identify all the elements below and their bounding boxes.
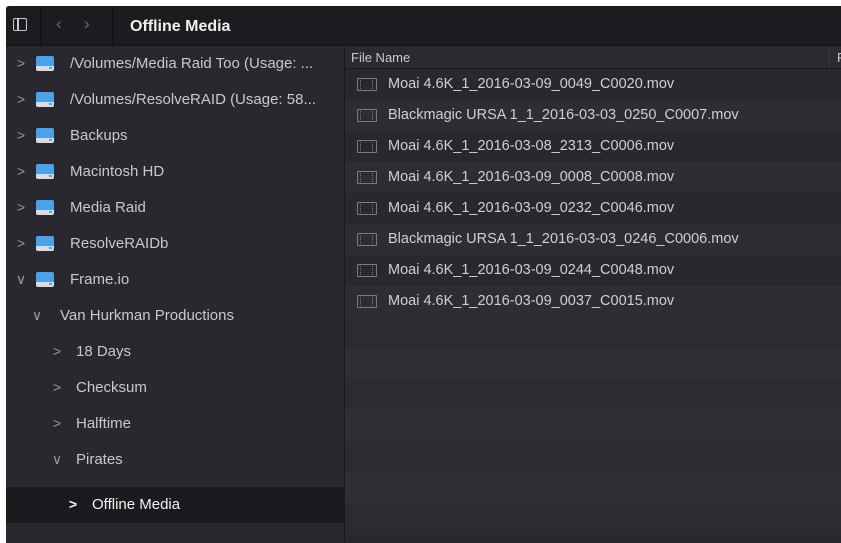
column-header: File Name F bbox=[345, 46, 841, 69]
chevron-down-icon[interactable]: ∨ bbox=[30, 307, 44, 324]
drive-icon bbox=[36, 236, 54, 251]
chevron-right-icon[interactable]: > bbox=[50, 343, 64, 359]
file-name: Moai 4.6K_1_2016-03-09_0244_C0048.mov bbox=[388, 262, 675, 278]
file-list: File Name F Moai 4.6K_1_2016-03-09_0049_… bbox=[345, 46, 841, 543]
column-resize-handle[interactable] bbox=[829, 46, 830, 68]
file-row[interactable]: Moai 4.6K_1_2016-03-09_0244_C0048.mov bbox=[345, 255, 841, 286]
tree-item-label: Macintosh HD bbox=[70, 163, 165, 180]
tree-item-volume[interactable]: > /Volumes/ResolveRAID (Usage: 58... bbox=[6, 82, 344, 118]
tree-item-label: /Volumes/Media Raid Too (Usage: ... bbox=[70, 55, 314, 72]
file-row[interactable]: Moai 4.6K_1_2016-03-08_2313_C0006.mov bbox=[345, 131, 841, 162]
column-header-file-name[interactable]: File Name bbox=[351, 50, 410, 65]
drive-icon bbox=[36, 92, 54, 107]
file-row[interactable]: Blackmagic URSA 1_1_2016-03-03_0246_C000… bbox=[345, 224, 841, 255]
chevron-right-icon[interactable]: > bbox=[50, 415, 64, 431]
file-name: Blackmagic URSA 1_1_2016-03-03_0250_C000… bbox=[388, 107, 739, 123]
tree-item-folder[interactable]: > 18 Days bbox=[6, 334, 344, 370]
tree-item-label: Checksum bbox=[76, 379, 147, 396]
chevron-down-icon[interactable]: ∨ bbox=[50, 451, 64, 468]
film-clip-icon bbox=[357, 264, 377, 277]
tree-item-folder[interactable]: ∨ Van Hurkman Productions bbox=[6, 298, 344, 334]
window-title: Offline Media bbox=[130, 18, 231, 35]
chevron-right-icon[interactable]: > bbox=[14, 163, 28, 179]
file-row[interactable]: Blackmagic URSA 1_1_2016-03-03_0250_C000… bbox=[345, 100, 841, 131]
file-name: Blackmagic URSA 1_1_2016-03-03_0246_C000… bbox=[388, 231, 739, 247]
chevron-right-icon[interactable]: > bbox=[14, 199, 28, 215]
back-button[interactable]: ‹ bbox=[56, 14, 62, 34]
tree-item-folder[interactable]: > Checksum bbox=[6, 370, 344, 406]
empty-row bbox=[345, 472, 841, 503]
tree-item-label: Backups bbox=[70, 127, 128, 144]
film-clip-icon bbox=[357, 78, 377, 91]
tree-item-volume[interactable]: > ResolveRAIDb bbox=[6, 226, 344, 262]
tree-item-label: Media Raid bbox=[70, 199, 146, 216]
empty-row bbox=[345, 410, 841, 441]
tree-item-volume[interactable]: > Media Raid bbox=[6, 190, 344, 226]
empty-row bbox=[345, 441, 841, 472]
tree-item-volume[interactable]: > Macintosh HD bbox=[6, 154, 344, 190]
empty-row bbox=[345, 317, 841, 348]
file-name: Moai 4.6K_1_2016-03-09_0049_C0020.mov bbox=[388, 76, 675, 92]
tree-item-label: Van Hurkman Productions bbox=[60, 307, 234, 324]
file-name: Moai 4.6K_1_2016-03-09_0037_C0015.mov bbox=[388, 293, 675, 309]
film-clip-icon bbox=[357, 140, 377, 153]
tree-item-label: Pirates bbox=[76, 451, 123, 468]
chevron-right-icon[interactable]: > bbox=[14, 235, 28, 251]
file-row[interactable]: Moai 4.6K_1_2016-03-09_0008_C0008.mov bbox=[345, 162, 841, 193]
titlebar-divider bbox=[40, 6, 41, 45]
film-clip-icon bbox=[357, 295, 377, 308]
empty-row bbox=[345, 503, 841, 534]
empty-row bbox=[345, 379, 841, 410]
tree-item-label: ResolveRAIDb bbox=[70, 235, 169, 252]
file-name: Moai 4.6K_1_2016-03-09_0232_C0046.mov bbox=[388, 200, 675, 216]
file-row[interactable]: Moai 4.6K_1_2016-03-09_0232_C0046.mov bbox=[345, 193, 841, 224]
chevron-right-icon[interactable]: > bbox=[50, 379, 64, 395]
drive-icon bbox=[36, 272, 54, 287]
tree-item-label: Frame.io bbox=[70, 271, 130, 288]
film-clip-icon bbox=[357, 171, 377, 184]
empty-row bbox=[345, 348, 841, 379]
film-clip-icon bbox=[357, 233, 377, 246]
chevron-down-icon[interactable]: ∨ bbox=[14, 271, 28, 288]
chevron-right-icon[interactable]: > bbox=[66, 496, 80, 512]
file-row[interactable]: Moai 4.6K_1_2016-03-09_0049_C0020.mov bbox=[345, 69, 841, 100]
chevron-right-icon[interactable]: > bbox=[14, 127, 28, 143]
column-header-next[interactable]: F bbox=[837, 50, 841, 65]
file-name: Moai 4.6K_1_2016-03-09_0008_C0008.mov bbox=[388, 169, 675, 185]
chevron-right-icon[interactable]: > bbox=[14, 55, 28, 71]
tree-item-label: 18 Days bbox=[76, 343, 132, 360]
folder-tree: > /Volumes/Media Raid Too (Usage: ... > … bbox=[6, 46, 345, 543]
drive-icon bbox=[36, 200, 54, 215]
drive-icon bbox=[36, 128, 54, 143]
file-row[interactable]: Moai 4.6K_1_2016-03-09_0037_C0015.mov bbox=[345, 286, 841, 317]
tree-item-folder[interactable]: > Halftime bbox=[6, 406, 344, 442]
titlebar-divider bbox=[112, 6, 113, 45]
tree-item-volume[interactable]: > /Volumes/Media Raid Too (Usage: ... bbox=[6, 46, 344, 82]
tree-item-folder-selected[interactable]: > Offline Media bbox=[6, 487, 344, 523]
forward-button[interactable]: › bbox=[84, 14, 90, 34]
sidebar-toggle-icon[interactable] bbox=[13, 18, 27, 31]
drive-icon bbox=[36, 56, 54, 71]
film-clip-icon bbox=[357, 109, 377, 122]
file-name: Moai 4.6K_1_2016-03-08_2313_C0006.mov bbox=[388, 138, 675, 154]
tree-item-volume[interactable]: ∨ Frame.io bbox=[6, 262, 344, 298]
title-bar: ‹ › Offline Media bbox=[6, 6, 841, 46]
app-window: ‹ › Offline Media > /Volumes/Media Raid … bbox=[6, 6, 841, 543]
drive-icon bbox=[36, 164, 54, 179]
film-clip-icon bbox=[357, 202, 377, 215]
chevron-right-icon[interactable]: > bbox=[14, 91, 28, 107]
tree-item-volume[interactable]: > Backups bbox=[6, 118, 344, 154]
tree-item-label: /Volumes/ResolveRAID (Usage: 58... bbox=[70, 91, 316, 108]
tree-item-folder[interactable]: ∨ Pirates bbox=[6, 442, 344, 478]
tree-item-label: Offline Media bbox=[92, 496, 181, 513]
tree-item-label: Halftime bbox=[76, 415, 132, 432]
